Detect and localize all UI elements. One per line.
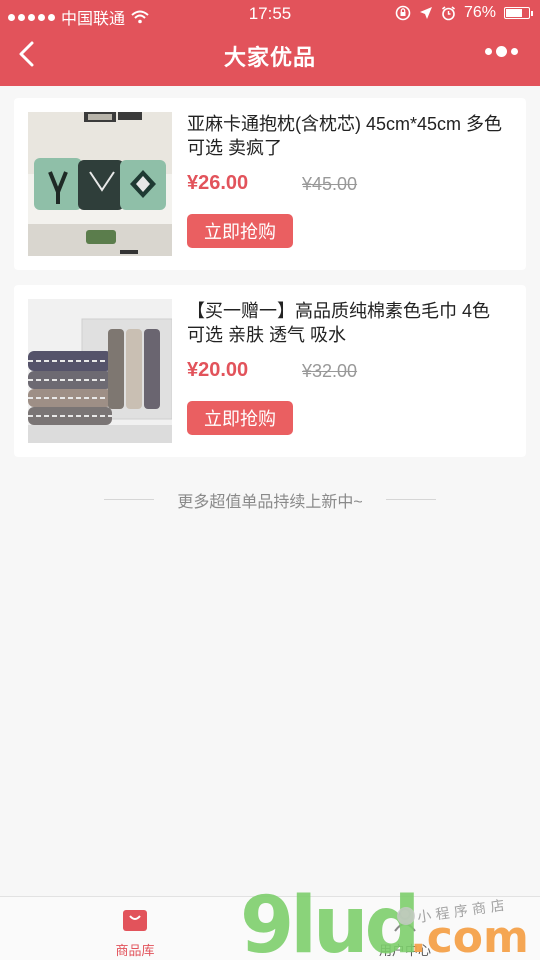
towel-image[interactable] (28, 299, 172, 443)
battery-icon (504, 7, 533, 19)
battery-fill (506, 9, 522, 17)
more-items-text: 更多超值单品持续上新中~ (177, 494, 363, 511)
buy-now-button[interactable]: 立即抢购 (187, 214, 293, 248)
navigation-bar: 大家优品 (0, 28, 540, 84)
menu-dot (485, 48, 492, 55)
divider-line (104, 499, 154, 500)
tab-product-library[interactable]: 商品库 (60, 905, 210, 959)
page-title: 大家优品 (223, 45, 316, 70)
shopping-bag-icon (123, 910, 147, 931)
location-arrow-icon (419, 7, 432, 19)
watermark-logo: 9lud .com 小 程 序 商 店 (240, 880, 540, 960)
product-card[interactable]: 【买一赠一】高品质纯棉素色毛巾 4色可选 亲肤 透气 吸水 ¥20.00 ¥32… (14, 285, 526, 457)
rotation-lock-icon (395, 5, 411, 21)
more-dots-icon[interactable] (485, 46, 518, 57)
product-price: ¥20.00 (187, 359, 249, 381)
product-name[interactable]: 【买一赠一】高品质纯棉素色毛巾 4色可选 亲肤 透气 吸水 (187, 299, 507, 347)
product-card[interactable]: 亚麻卡通抱枕(含枕芯) 45cm*45cm 多色可选 卖疯了 ¥26.00 ¥4… (14, 98, 526, 270)
buy-now-button[interactable]: 立即抢购 (187, 401, 293, 435)
pillow-image[interactable] (28, 112, 172, 256)
header-bar: 中国联通 17:55 76% 大家优品 (0, 0, 540, 86)
more-items-note: 更多超值单品持续上新中~ (0, 488, 540, 512)
product-original-price: ¥32.00 (302, 361, 358, 381)
menu-dot (496, 46, 507, 57)
divider-line (386, 499, 436, 500)
tab-label: 商品库 (115, 943, 155, 958)
menu-dot (511, 48, 518, 55)
product-price: ¥26.00 (187, 172, 249, 194)
status-right: 76% (395, 4, 533, 22)
status-bar: 中国联通 17:55 76% (0, 0, 540, 28)
battery-percent: 76% (463, 4, 496, 21)
alarm-clock-icon (441, 5, 455, 20)
product-name[interactable]: 亚麻卡通抱枕(含枕芯) 45cm*45cm 多色可选 卖疯了 (187, 112, 507, 160)
product-original-price: ¥45.00 (302, 174, 358, 194)
svg-text:9lud: 9lud (240, 881, 416, 960)
